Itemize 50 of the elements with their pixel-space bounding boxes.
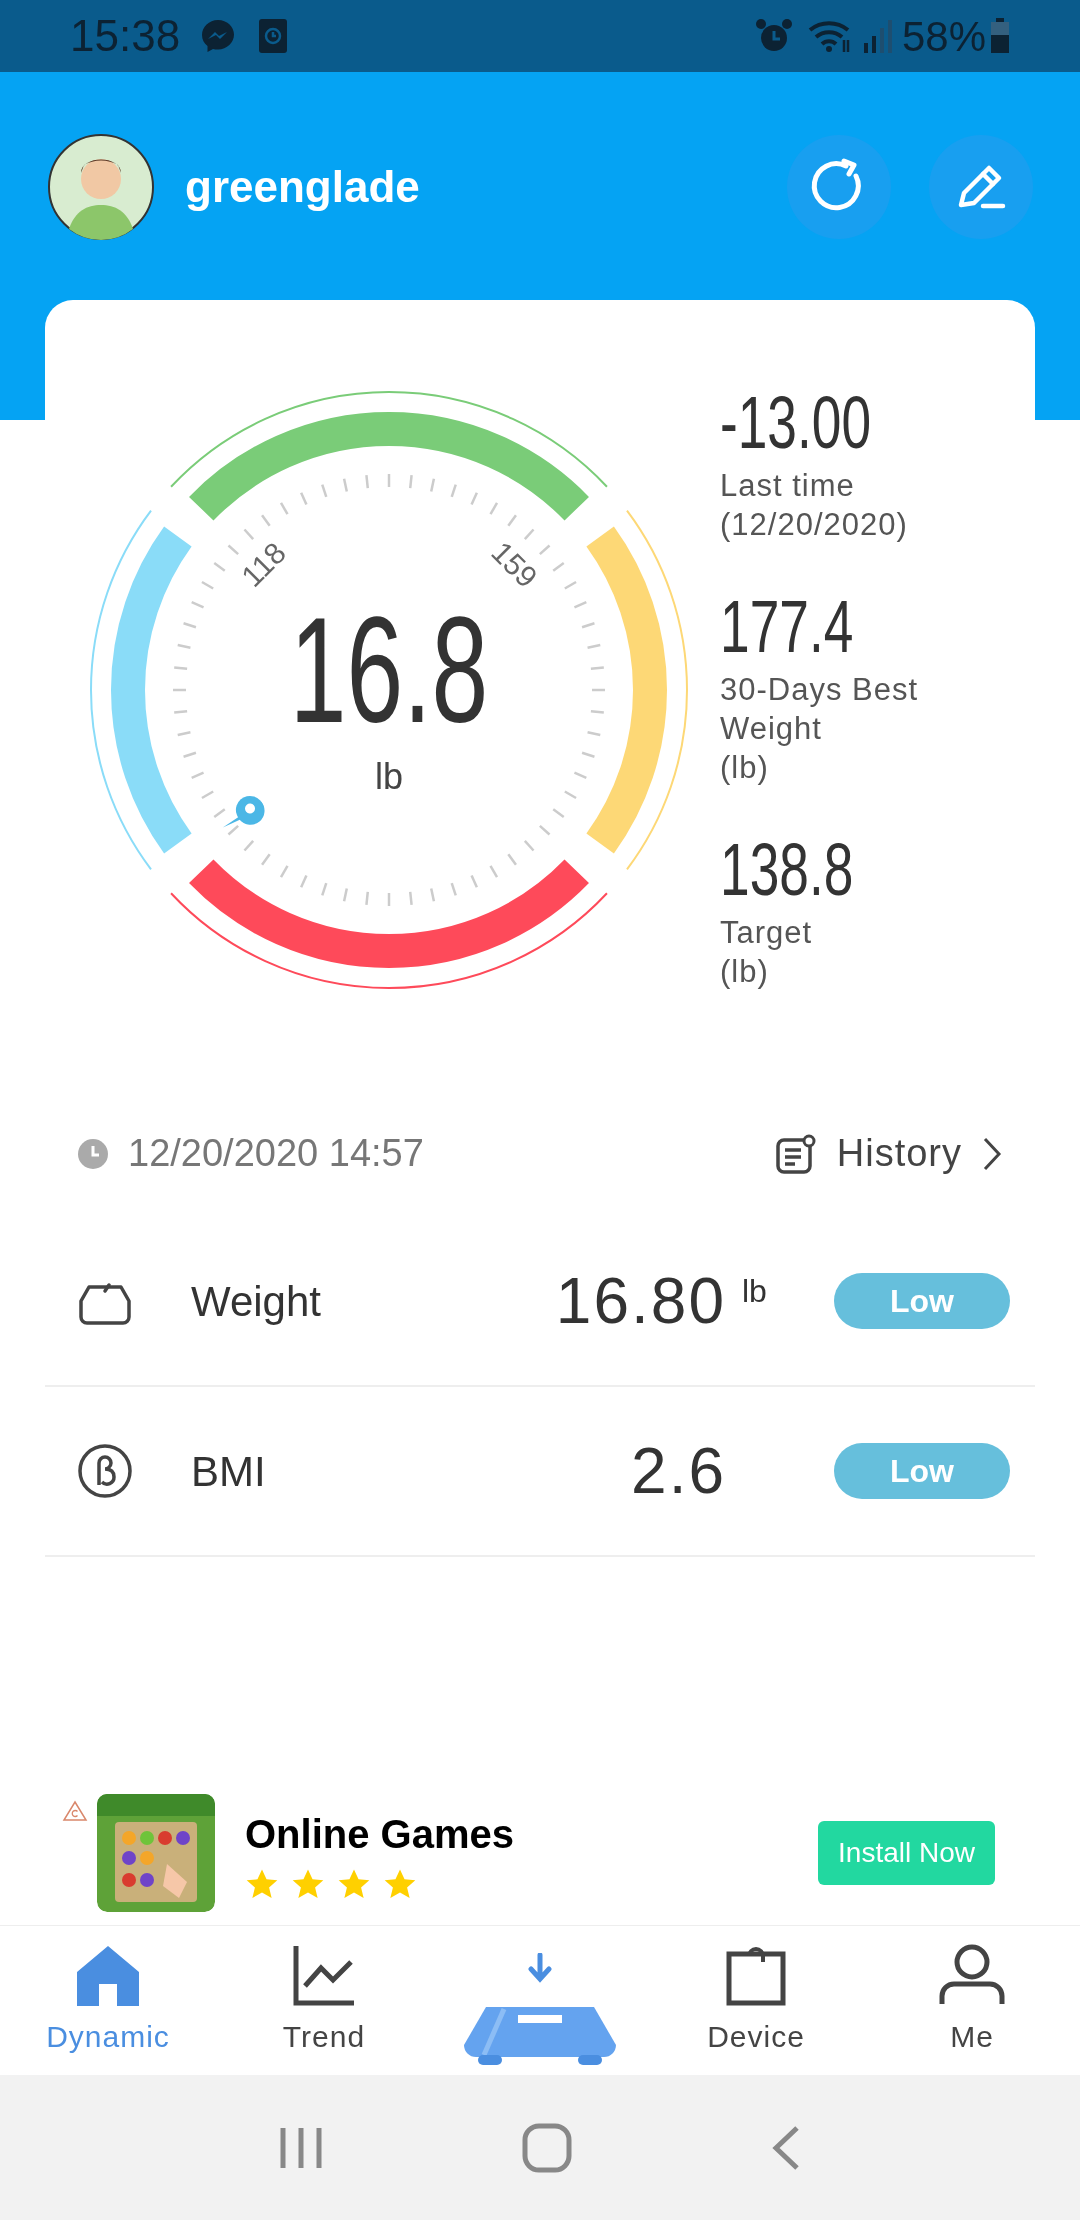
stat-label: (lb) [720,749,770,787]
stat-label: (12/20/2020) [720,506,909,544]
home-icon [75,1944,141,2006]
stat-value: 138.8 [720,827,855,913]
battery-percentage: 58% [901,11,986,62]
gauge-unit: lb [374,755,404,799]
status-time: 15:38 [70,10,181,62]
stat-label: (lb) [720,953,770,991]
battery-icon [990,18,1010,54]
chevron-right-icon [982,1135,1002,1172]
metric-label: Weight [191,1276,321,1327]
metric-value: 2.6 [631,1434,726,1509]
app-icon [258,18,289,54]
gauge-value: 16.8 [288,595,490,745]
measurement-time: 12/20/2020 14:57 [128,1131,424,1176]
trend-chart-icon [293,1946,355,2006]
ad-title: Online Games [245,1810,514,1858]
ad-choices-icon [62,1800,88,1822]
nav-tab[interactable]: Device [648,1926,864,2075]
scale-icon [464,2007,616,2065]
person-icon [939,1944,1005,2006]
stat-label: Last time [720,467,856,505]
metric-unit: lb [741,1272,768,1311]
back-icon[interactable] [770,2124,801,2171]
metric-label: BMI [191,1446,266,1497]
tick-label: 118 [234,535,292,593]
status-badge: Low [834,1443,1010,1499]
signal-icon [861,19,892,53]
history-link[interactable]: History [774,1125,1002,1182]
tick-label: 159 [485,535,544,594]
clock-icon [78,1138,108,1169]
metric-value: 16.80 [555,1264,726,1339]
shopping-bag-icon [725,1944,787,2006]
stat-label: Target [720,914,814,952]
history-icon [774,1132,817,1175]
nav-tab[interactable]: Trend [216,1926,432,2075]
stat-label: Weight [720,710,823,748]
recent-apps-icon[interactable] [279,2125,324,2170]
username: greenglade [185,161,420,213]
messenger-icon [200,18,237,54]
bmi-icon [77,1443,133,1499]
avatar-icon [47,133,155,241]
nav-tab[interactable]: Me [864,1926,1080,2075]
stat-label: 30-Days Best [720,671,920,709]
home-icon[interactable] [522,2122,572,2173]
status-badge: Low [834,1273,1010,1329]
stat-value: 177.4 [720,584,855,670]
pointer-icon [222,795,265,828]
stat-value: -13.00 [720,380,872,466]
arrow-down-icon [528,1953,552,1983]
